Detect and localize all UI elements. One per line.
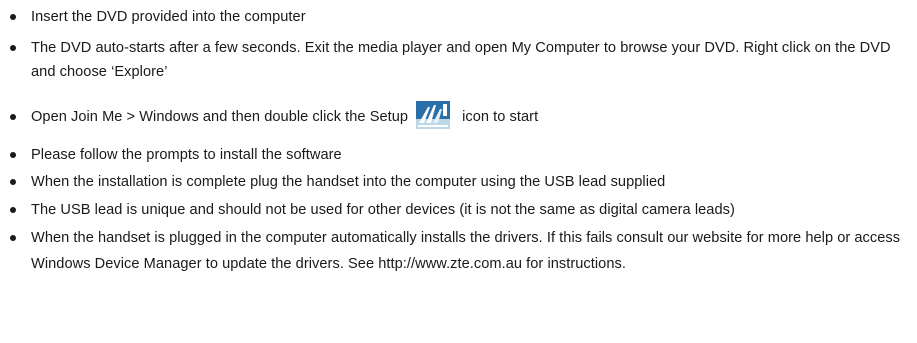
bullet-icon bbox=[10, 179, 16, 186]
instruction-item-auto-start: The DVD auto-starts after a few seconds.… bbox=[0, 36, 915, 85]
bullet-icon bbox=[10, 44, 16, 51]
instruction-item-follow-prompts: Please follow the prompts to install the… bbox=[0, 143, 915, 168]
bullet-icon bbox=[10, 113, 16, 120]
instruction-text: When the installation is complete plug t… bbox=[31, 174, 666, 191]
instruction-text: The DVD auto-starts after a few seconds.… bbox=[31, 39, 891, 81]
instructions-document: Insert the DVD provided into the compute… bbox=[0, 0, 917, 343]
instruction-item-insert-dvd: Insert the DVD provided into the compute… bbox=[0, 5, 915, 30]
instruction-text: When the handset is plugged in the compu… bbox=[31, 230, 901, 273]
bullet-icon bbox=[10, 14, 16, 20]
setup-icon bbox=[416, 100, 451, 129]
bullet-icon bbox=[10, 151, 16, 158]
instruction-list: Insert the DVD provided into the compute… bbox=[0, 5, 917, 277]
bullet-icon bbox=[10, 206, 16, 213]
instruction-text-before-icon: Open Join Me > Windows and then double c… bbox=[31, 108, 409, 125]
bullet-icon bbox=[10, 235, 16, 242]
instruction-text: Please follow the prompts to install the… bbox=[31, 146, 342, 163]
instruction-item-plug-handset: When the installation is complete plug t… bbox=[0, 170, 915, 195]
instruction-text-after-icon: icon to start bbox=[462, 108, 539, 125]
instruction-text: Insert the DVD provided into the compute… bbox=[31, 9, 306, 25]
instruction-text: The USB lead is unique and should not be… bbox=[31, 201, 735, 218]
instruction-item-usb-lead: The USB lead is unique and should not be… bbox=[0, 198, 915, 223]
instruction-item-drivers: When the handset is plugged in the compu… bbox=[0, 225, 915, 277]
instruction-item-open-setup: Open Join Me > Windows and then double c… bbox=[0, 100, 915, 131]
